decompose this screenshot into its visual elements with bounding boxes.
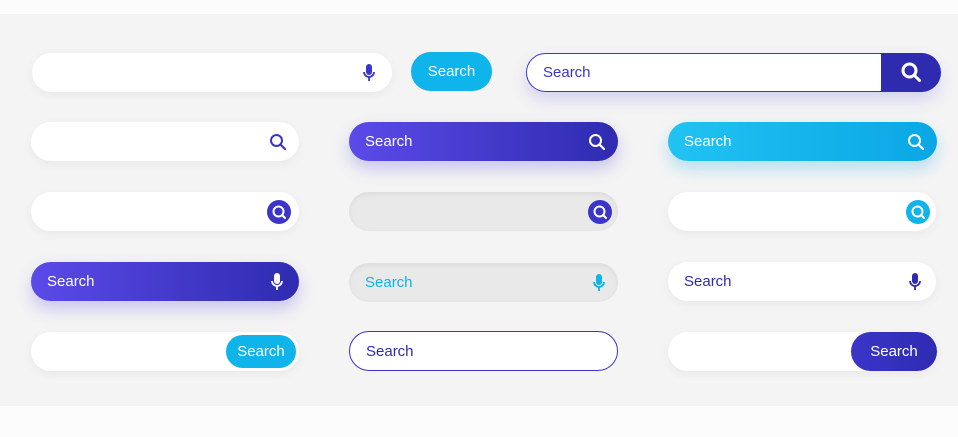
search-placeholder: Search — [543, 64, 591, 81]
search-bar-r3-3[interactable] — [668, 192, 936, 231]
mic-icon[interactable] — [908, 272, 922, 292]
search-button-r5-1[interactable]: Search — [226, 335, 296, 368]
search-icon[interactable] — [588, 133, 606, 151]
search-bar-r5-2[interactable]: Search — [349, 331, 618, 371]
search-icon[interactable] — [906, 199, 930, 224]
search-icon[interactable] — [907, 133, 925, 151]
mic-icon[interactable] — [270, 272, 284, 292]
background-panel: Search Search Search Search Search Searc… — [0, 14, 958, 406]
search-bar-r3-2[interactable] — [349, 192, 618, 231]
search-bar-r3-1[interactable] — [31, 192, 299, 231]
search-bar-r5-3[interactable]: Search — [668, 332, 937, 371]
search-placeholder: Search — [684, 133, 732, 150]
search-icon — [901, 62, 921, 82]
search-icon[interactable] — [269, 133, 287, 151]
search-bar-r4-3[interactable]: Search — [668, 262, 936, 301]
search-bar-r2-1[interactable] — [31, 122, 299, 161]
search-bar-r4-1[interactable]: Search — [31, 262, 299, 301]
search-placeholder: Search — [365, 133, 413, 150]
search-bar-r2-2[interactable]: Search — [349, 122, 618, 161]
search-bar-r4-2[interactable]: Search — [349, 263, 618, 302]
search-button-r1[interactable]: Search — [411, 52, 492, 91]
search-icon[interactable] — [588, 199, 612, 224]
search-placeholder: Search — [47, 273, 95, 290]
search-button-r5-3[interactable]: Search — [851, 332, 937, 371]
search-placeholder: Search — [366, 342, 414, 360]
search-placeholder: Search — [684, 273, 732, 290]
mic-icon[interactable] — [362, 63, 376, 83]
search-bar-r1-3[interactable]: Search — [526, 52, 941, 92]
search-bar-r2-3[interactable]: Search — [668, 122, 937, 161]
search-placeholder: Search — [365, 274, 413, 291]
search-bar-r5-1[interactable]: Search — [31, 332, 299, 371]
search-bar-r1-1[interactable] — [32, 53, 392, 92]
search-button-dark[interactable] — [880, 52, 941, 92]
mic-icon[interactable] — [592, 273, 606, 293]
search-icon[interactable] — [267, 199, 291, 224]
